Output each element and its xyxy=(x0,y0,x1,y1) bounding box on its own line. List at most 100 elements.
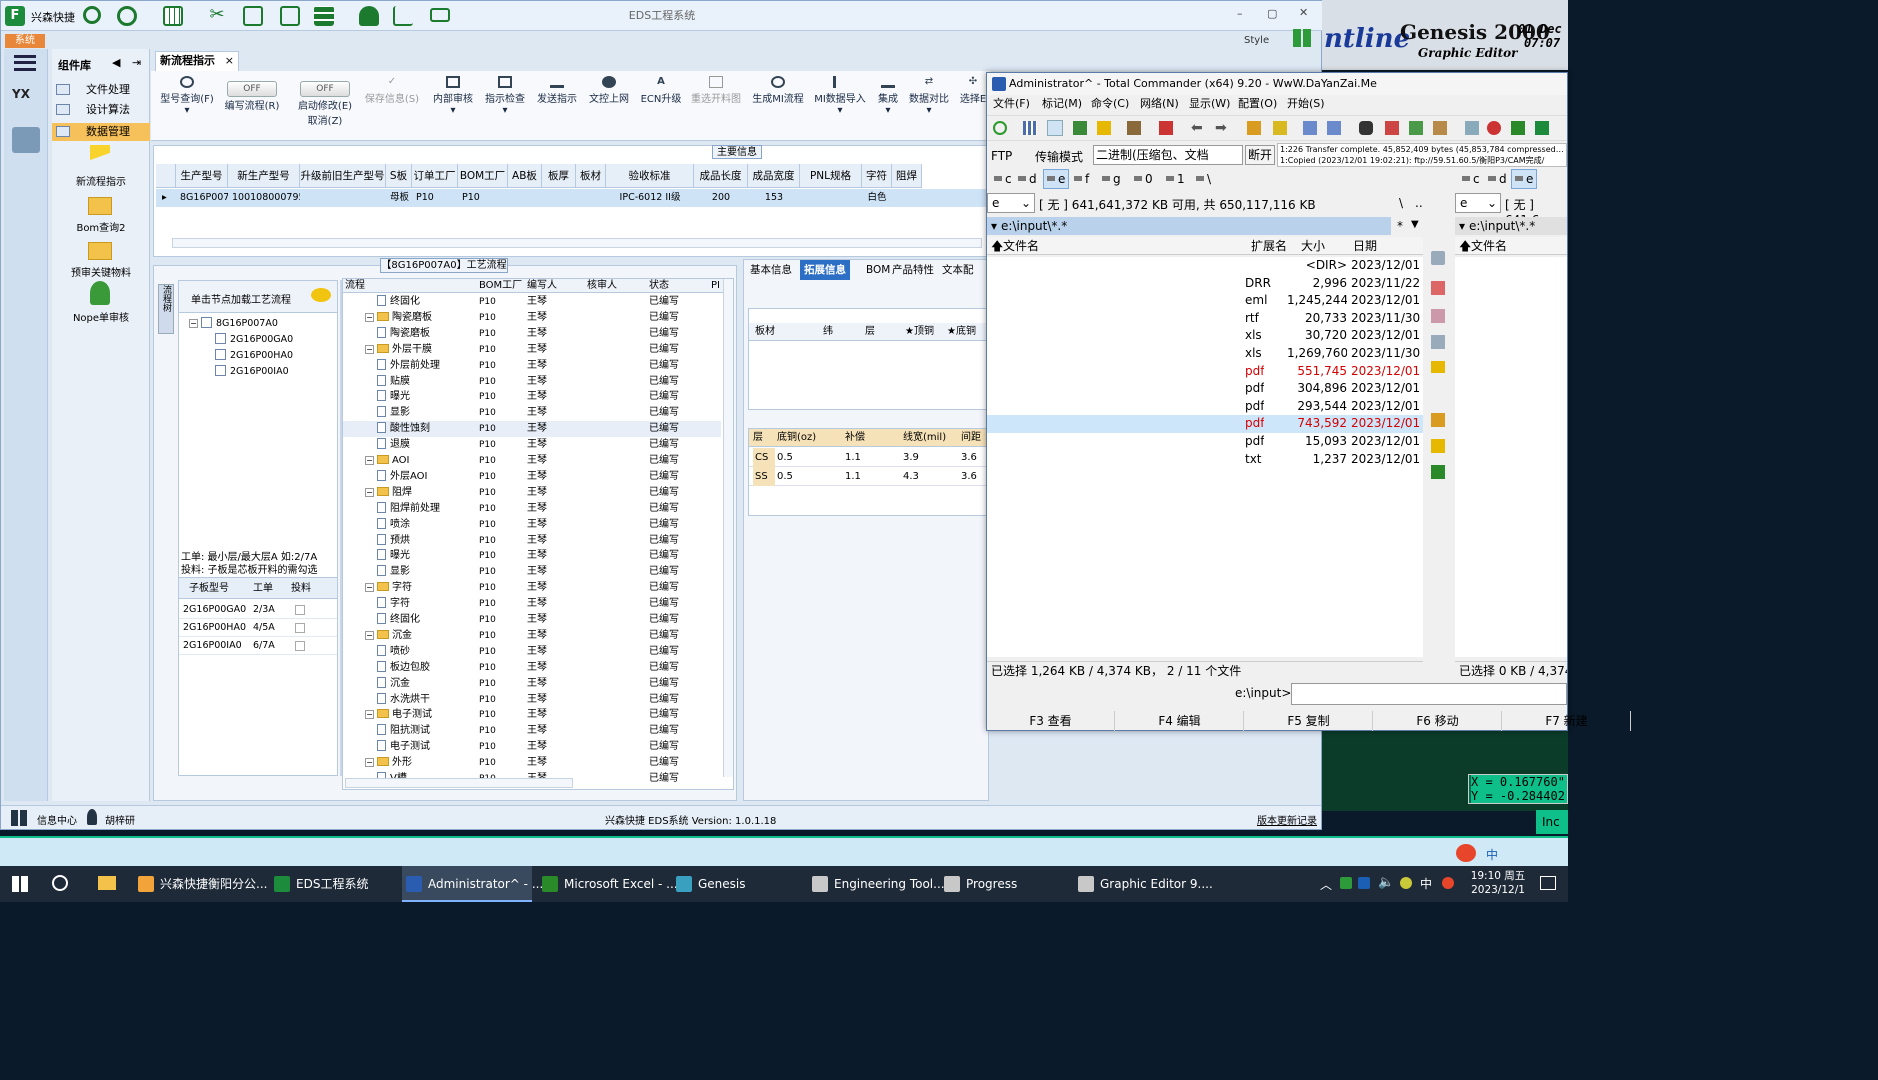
feed-checkbox[interactable] xyxy=(295,605,305,615)
flow-row[interactable]: 曝光 P10 王琴 已编写 xyxy=(343,389,721,405)
file-row[interactable]: [..] xyxy=(1455,257,1567,275)
flow-row[interactable]: 终固化 P10 王琴 已编写 xyxy=(343,294,721,310)
sidebar-item-file[interactable]: 文件处理 xyxy=(52,81,150,99)
launch-bom-query[interactable]: Bom查询2 xyxy=(52,219,150,234)
parent-dir-button[interactable]: .. xyxy=(1415,196,1423,210)
command-line-input[interactable] xyxy=(1291,683,1567,705)
info-center[interactable]: 信息中心 xyxy=(37,812,77,827)
user-icon[interactable] xyxy=(90,281,110,305)
horizontal-scrollbar[interactable] xyxy=(172,238,982,248)
file-row[interactable]: 8g16p007a0_biac xyxy=(1455,292,1567,310)
tc-menu-item[interactable]: 配置(O) xyxy=(1238,95,1277,113)
explorer-icon[interactable] xyxy=(98,876,116,890)
collapse-icon[interactable]: − xyxy=(365,758,374,768)
tray-ime-icon[interactable] xyxy=(1400,877,1412,889)
flow-row[interactable]: − 沉金 P10 王琴 已编写 xyxy=(343,628,721,644)
integrate-button[interactable]: 集成 ▾ xyxy=(873,73,903,139)
root-dir-button[interactable]: \ xyxy=(1399,196,1403,210)
flow-row[interactable]: − 字符 P10 王琴 已编写 xyxy=(343,580,721,596)
flow-tree-tab[interactable]: 流程树 xyxy=(158,284,174,334)
launch-new-flow[interactable]: 新流程指示 xyxy=(52,173,150,188)
detail-tab[interactable]: 产品特性 xyxy=(888,260,938,280)
excel-icon[interactable] xyxy=(1511,121,1525,135)
vertical-scrollbar[interactable] xyxy=(723,279,733,777)
flow-row[interactable]: − 外形 P10 王琴 已编写 xyxy=(343,755,721,771)
file-row[interactable]: 8g16p007a0_L5_最 xyxy=(1455,345,1567,363)
file-row[interactable]: 8G16P007A0-预审 xyxy=(1455,380,1567,398)
file-row[interactable]: 8g16p007a0_ss_最小线宽4.300pdf551,7452023/12… xyxy=(987,363,1423,381)
file-row[interactable]: 8G16P007A0制作单xls30,7202023/12/01 1 xyxy=(987,327,1423,345)
collapse-icon[interactable]: − xyxy=(365,583,374,593)
view-icon[interactable] xyxy=(1431,251,1445,265)
taskbar-item[interactable]: Progress xyxy=(940,866,1070,902)
feed-checkbox[interactable] xyxy=(295,641,305,651)
sub-board-row[interactable]: 2G16P00HA0 4/5A xyxy=(179,619,337,637)
material-header-cell[interactable]: 板材 xyxy=(755,323,775,341)
filter-icon[interactable] xyxy=(1159,121,1173,135)
minimize-button[interactable]: – xyxy=(1237,7,1243,20)
tc-menu-item[interactable]: 开始(S) xyxy=(1287,95,1325,113)
collapse-icon[interactable]: − xyxy=(365,630,374,640)
flow-row[interactable]: 字符 P10 王琴 已编写 xyxy=(343,596,721,612)
fkey-button[interactable]: F3 查看 xyxy=(987,711,1115,731)
mi-import-button[interactable]: MI数据导入 ▾ xyxy=(811,73,869,139)
launch-nope-review[interactable]: Nope单审核 xyxy=(52,309,150,324)
forward-icon[interactable]: ➡ xyxy=(1215,120,1227,136)
calculator-icon[interactable] xyxy=(12,127,40,153)
grid-header-cell[interactable]: AB板 xyxy=(508,164,542,188)
star-history-button[interactable]: * xyxy=(1397,219,1403,233)
flow-header-cell[interactable]: 状态 xyxy=(649,279,669,293)
flow-row[interactable]: − 电子测试 P10 王琴 已编写 xyxy=(343,707,721,723)
right-path-bar[interactable]: ▾ e:\input\*.* xyxy=(1455,217,1567,235)
sidebar-item-data[interactable]: 数据管理 xyxy=(52,123,150,141)
doc-online-button[interactable]: 文控上网 xyxy=(585,73,633,139)
grid-header-cell[interactable]: 验收标准 xyxy=(606,164,694,188)
instruction-check-button[interactable]: 指示检查 ▾ xyxy=(481,73,529,139)
flow-header-cell[interactable]: 编写人 xyxy=(527,279,557,293)
flow-row[interactable]: 终固化 P10 王琴 已编写 xyxy=(343,612,721,628)
start-edit-toggle[interactable]: OFF 启动修改(E) 取消(Z) xyxy=(291,73,359,139)
grid-header-cell[interactable]: 板厚 xyxy=(542,164,576,188)
layer-header-cell[interactable]: 间距 xyxy=(961,429,981,447)
file-row[interactable]: 8g16p007a0_ss_最 xyxy=(1455,363,1567,381)
collapse-icon[interactable]: − xyxy=(365,344,374,354)
folder-icon[interactable] xyxy=(1431,439,1445,453)
search-icon[interactable] xyxy=(52,875,68,891)
eds-icon[interactable] xyxy=(1535,121,1549,135)
tc-menu-item[interactable]: 网络(N) xyxy=(1140,95,1179,113)
tree-root[interactable]: −8G16P007A0 xyxy=(189,317,278,329)
grid-header-cell[interactable]: 订单工厂 xyxy=(412,164,458,188)
notification-icon[interactable] xyxy=(1540,876,1556,890)
pin-icon[interactable]: ⇥ xyxy=(132,56,141,69)
volume-icon[interactable]: 🔈 xyxy=(1378,875,1394,890)
url-icon[interactable] xyxy=(1327,121,1341,135)
file-row[interactable]: 8g16p007a0_cs_最 xyxy=(1455,310,1567,328)
tray-shield-icon[interactable] xyxy=(1358,877,1370,889)
move-files-icon[interactable] xyxy=(1431,335,1445,349)
tc-menu-item[interactable]: 文件(F) xyxy=(993,95,1030,113)
thumbnail-icon[interactable] xyxy=(1073,121,1087,135)
layer-row[interactable]: CS 0.5 1.1 3.9 3.6 xyxy=(749,448,989,467)
tc-menu-item[interactable]: 标记(M) xyxy=(1042,95,1082,113)
ime-icon[interactable] xyxy=(1456,844,1476,862)
tc-menu-item[interactable]: 命令(C) xyxy=(1091,95,1129,113)
flow-row[interactable]: 显影 P10 王琴 已编写 xyxy=(343,564,721,580)
history-dropdown[interactable]: ▼ xyxy=(1411,219,1419,230)
taskbar-item[interactable]: Graphic Editor 9.... xyxy=(1074,866,1213,902)
layer-header-cell[interactable]: 层 xyxy=(753,429,763,447)
drive-button[interactable]: e xyxy=(1043,169,1070,189)
tc-menu-item[interactable]: 显示(W) xyxy=(1189,95,1230,113)
detail-tab[interactable]: 拓展信息 xyxy=(800,260,850,280)
internal-review-button[interactable]: 内部审核 ▾ xyxy=(429,73,477,139)
file-row[interactable]: 孔表DRR2,9962023/11/22 1 xyxy=(987,275,1423,293)
taskbar-item[interactable]: Engineering Tool... xyxy=(808,866,945,902)
collapse-icon[interactable]: − xyxy=(365,312,374,322)
file-row[interactable]: 孔表 xyxy=(1455,451,1567,469)
layer-header-cell[interactable]: 补偿 xyxy=(845,429,865,447)
collapse-icon[interactable]: − xyxy=(365,710,374,720)
left-path-bar[interactable]: ▾ e:\input\*.* xyxy=(987,217,1391,235)
grid-header-cell[interactable]: 阻焊 xyxy=(892,164,922,188)
send-instruction-button[interactable]: 发送指示 xyxy=(533,73,581,139)
pack-icon[interactable] xyxy=(1247,121,1261,135)
maximize-button[interactable]: ▢ xyxy=(1267,7,1277,20)
